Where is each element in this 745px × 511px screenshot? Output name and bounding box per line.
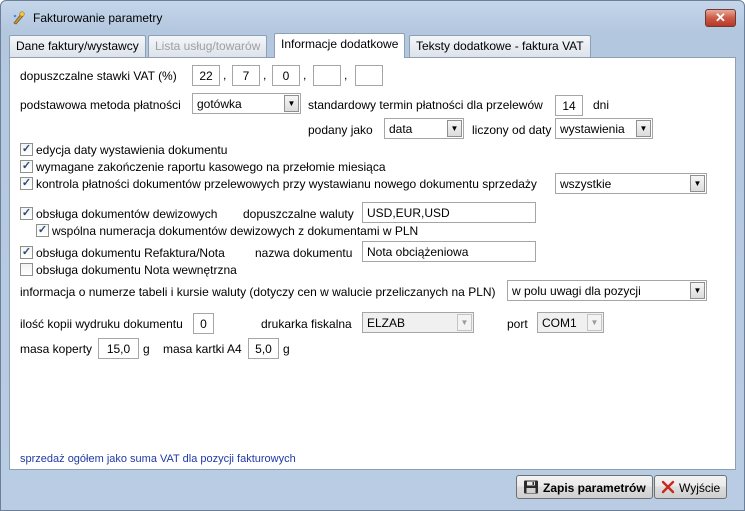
payment-control-label: kontrola płatności dokumentów przelewowy… [36,177,537,191]
vat-rates-label: dopuszczalne stawki VAT (%) [20,69,177,83]
app-icon [11,10,27,26]
table-info-value: w polu uwagi dla pozycji [512,284,641,298]
tab-teksty-dodatkowe[interactable]: Teksty dodatkowe - faktura VAT [409,35,591,57]
checkmark-icon: ✓ [20,246,33,259]
payment-control-checkbox[interactable]: ✓ kontrola płatności dokumentów przelewo… [20,176,550,192]
payment-method-label: podstawowa metoda płatności [20,98,181,112]
floppy-disk-icon [523,480,539,494]
checkmark-icon: ✓ [20,177,33,190]
refaktura-label: obsługa dokumentu Refaktura/Nota [36,246,225,260]
payment-term-unit: dni [593,98,610,112]
vat-rate-5-input[interactable] [355,65,383,86]
checkmark-icon: ✓ [20,207,33,220]
cash-report-checkbox[interactable]: ✓ wymagane zakończenie raportu kasowego … [20,159,420,175]
dropdown-arrow-icon: ▼ [636,120,651,137]
tab-content-panel: dopuszczalne stawki VAT (%) 22 , 7 , 0 ,… [9,57,736,470]
port-label: port [507,317,528,331]
payment-term-label: standardowy termin płatności dla przelew… [308,98,543,112]
close-x-icon [661,480,675,494]
envelope-mass-unit: g [143,342,150,356]
currencies-input[interactable]: USD,EUR,USD [362,202,536,223]
counted-from-value: wystawienia [560,122,625,136]
vat-rate-2-input[interactable]: 7 [232,65,260,86]
cash-report-label: wymagane zakończenie raportu kasowego na… [36,160,386,174]
checkmark-icon: ✓ [36,224,49,237]
doc-name-input[interactable]: Nota obciążeniowa [362,241,536,262]
exit-label: Wyjście [679,481,721,495]
title-bar: Fakturowanie parametry ✕ [1,1,744,33]
envelope-mass-input[interactable]: 15,0 [98,338,139,359]
close-button[interactable]: ✕ [705,9,736,27]
checkbox-empty-icon [20,263,33,276]
dropdown-arrow-icon: ▼ [447,120,462,137]
a4-mass-label: masa kartki A4 [163,342,242,356]
table-info-label: informacja o numerze tabeli i kursie wal… [20,285,496,299]
counted-from-select[interactable]: wystawienia ▼ [555,118,653,139]
copies-input[interactable]: 0 [193,313,214,334]
printer-select[interactable]: ELZAB ▼ [362,312,474,333]
printer-label: drukarka fiskalna [261,317,352,331]
copies-label: ilość kopii wydruku dokumentu [20,317,183,331]
given-as-label: podany jako [308,123,373,137]
vat-separator: , [303,68,307,82]
given-as-select[interactable]: data ▼ [384,118,464,139]
shared-numbering-label: wspólna numeracja dokumentów dewizowych … [52,224,419,238]
payment-method-select[interactable]: gotówka ▼ [192,93,301,114]
vat-rate-4-input[interactable] [313,65,341,86]
currencies-label: dopuszczalne waluty [243,207,354,221]
window-title: Fakturowanie parametry [33,11,163,25]
tab-bar: Dane faktury/wystawcy Lista usług/towaró… [9,33,736,58]
checkmark-icon: ✓ [20,160,33,173]
vat-separator: , [263,68,267,82]
doc-name-label: nazwa dokumentu [255,246,353,260]
dropdown-arrow-icon: ▼ [284,95,299,112]
payment-term-input[interactable]: 14 [555,95,583,116]
vat-sum-note-link[interactable]: sprzedaż ogółem jako suma VAT dla pozycj… [20,453,296,465]
close-icon: ✕ [715,10,726,25]
save-parameters-button[interactable]: Zapis parametrów [516,475,653,499]
currency-docs-checkbox[interactable]: ✓ obsługa dokumentów dewizowych [20,206,230,222]
payment-method-value: gotówka [197,97,242,111]
tab-lista-uslug: Lista usług/towarów [148,35,268,57]
refaktura-checkbox[interactable]: ✓ obsługa dokumentu Refaktura/Nota [20,245,240,261]
dropdown-arrow-icon: ▼ [690,175,705,192]
dropdown-arrow-icon: ▼ [457,314,472,331]
currency-docs-label: obsługa dokumentów dewizowych [36,207,218,221]
port-select[interactable]: COM1 ▼ [537,312,604,333]
shared-numbering-checkbox[interactable]: ✓ wspólna numeracja dokumentów dewizowyc… [36,223,456,239]
payment-control-value: wszystkie [560,177,612,191]
printer-value: ELZAB [367,316,406,330]
nota-internal-label: obsługa dokumentu Nota wewnętrzna [36,263,237,277]
save-parameters-label: Zapis parametrów [543,481,646,495]
vat-rate-1-input[interactable]: 22 [192,65,220,86]
edit-date-checkbox[interactable]: ✓ edycja daty wystawienia dokumentu [20,142,260,158]
tab-dane-faktury[interactable]: Dane faktury/wystawcy [9,35,146,57]
nota-internal-checkbox[interactable]: obsługa dokumentu Nota wewnętrzna [20,262,250,278]
fakturowanie-parametry-window: Fakturowanie parametry ✕ Dane faktury/wy… [0,0,745,511]
port-value: COM1 [542,316,577,330]
exit-button[interactable]: Wyjście [654,475,728,499]
tab-informacje-dodatkowe[interactable]: Informacje dodatkowe [274,33,406,58]
vat-separator: , [344,68,348,82]
dropdown-arrow-icon: ▼ [690,282,705,299]
vat-separator: , [223,68,227,82]
vat-rate-3-input[interactable]: 0 [272,65,300,86]
edit-date-label: edycja daty wystawienia dokumentu [36,143,228,157]
counted-from-label: liczony od daty [472,123,552,137]
a4-mass-input[interactable]: 5,0 [248,338,279,359]
payment-control-select[interactable]: wszystkie ▼ [555,173,707,194]
given-as-value: data [389,122,413,136]
a4-mass-unit: g [283,342,290,356]
checkmark-icon: ✓ [20,143,33,156]
envelope-mass-label: masa koperty [20,342,93,356]
dropdown-arrow-icon: ▼ [587,314,602,331]
table-info-select[interactable]: w polu uwagi dla pozycji ▼ [507,280,707,301]
